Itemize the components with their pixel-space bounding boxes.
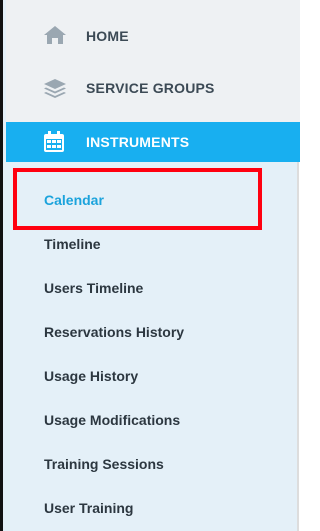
submenu-item-timeline[interactable]: Timeline	[6, 224, 300, 264]
home-icon	[42, 24, 68, 51]
calendar-icon	[42, 131, 66, 158]
submenu-item-usage-history[interactable]: Usage History	[6, 356, 300, 396]
nav-item-home[interactable]: HOME	[6, 16, 300, 56]
nav-instruments-label: INSTRUMENTS	[86, 134, 190, 150]
nav-service-groups-label: SERVICE GROUPS	[86, 80, 215, 96]
submenu-item-label: Training Sessions	[44, 456, 164, 472]
submenu-item-label: Usage History	[44, 368, 139, 384]
submenu-item-usage-modifications[interactable]: Usage Modifications	[6, 400, 300, 440]
submenu-item-user-training[interactable]: User Training	[6, 488, 300, 528]
nav-item-service-groups[interactable]: SERVICE GROUPS	[6, 68, 300, 108]
submenu-item-label: Calendar	[44, 192, 104, 208]
submenu-item-label: Reservations History	[44, 324, 185, 340]
submenu-item-users-timeline[interactable]: Users Timeline	[6, 268, 300, 308]
submenu-item-label: Users Timeline	[44, 280, 144, 296]
submenu-item-label: Timeline	[44, 236, 101, 252]
submenu-item-reservations-history[interactable]: Reservations History	[6, 312, 300, 352]
nav-item-instruments[interactable]: INSTRUMENTS	[6, 122, 300, 162]
sidebar: HOME SERVICE GROUPS INSTRUMENTS Calendar…	[0, 0, 300, 531]
submenu-item-label: Usage Modifications	[44, 412, 181, 428]
submenu-item-training-sessions[interactable]: Training Sessions	[6, 444, 300, 484]
submenu-item-calendar[interactable]: Calendar	[6, 180, 300, 220]
nav-home-label: HOME	[86, 28, 129, 44]
submenu-item-label: User Training	[44, 500, 134, 516]
layers-icon	[42, 77, 68, 104]
